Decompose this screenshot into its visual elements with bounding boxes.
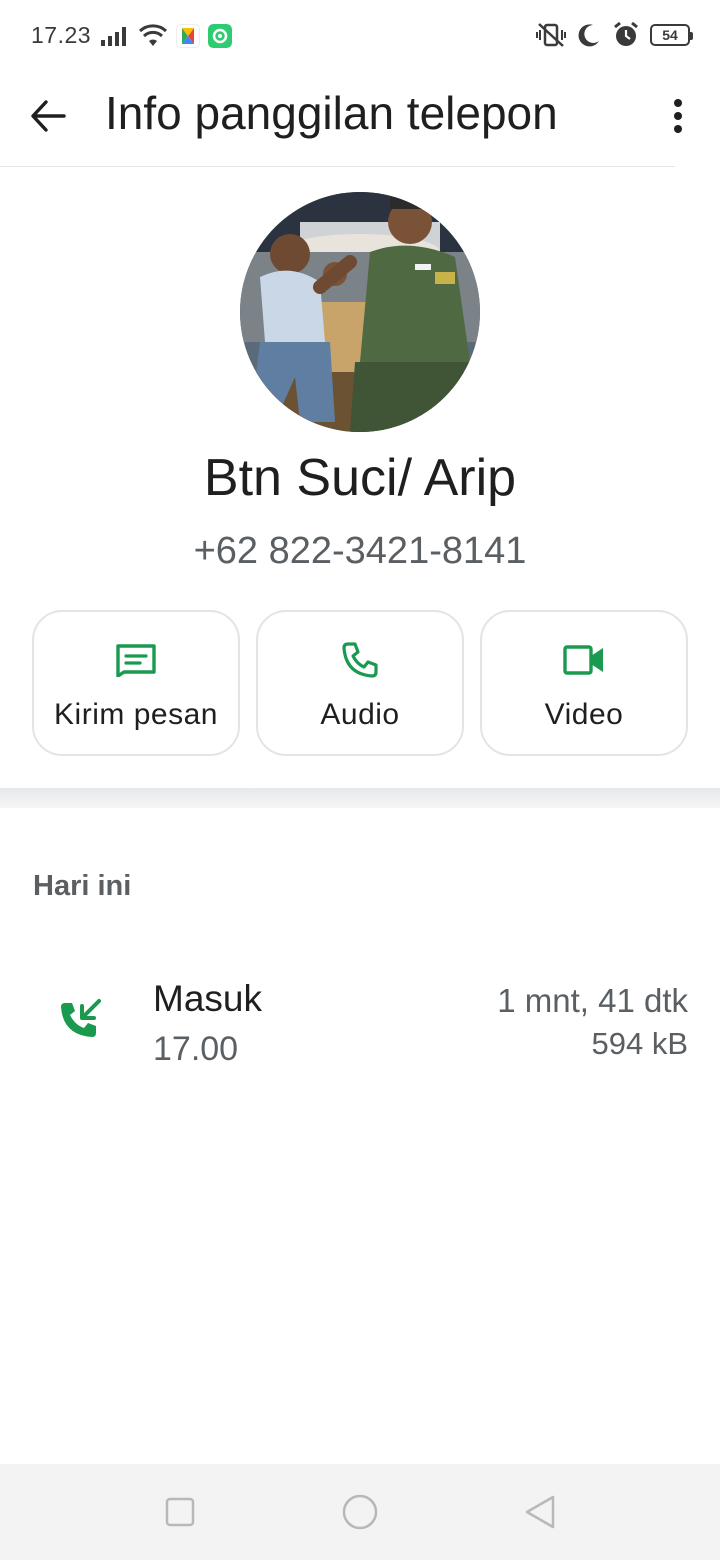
videocam-icon (563, 645, 603, 675)
contact-avatar[interactable] (240, 192, 480, 432)
contact-photo (240, 192, 480, 432)
app-bar-divider (0, 166, 675, 167)
call-log-entry[interactable]: Masuk 17.00 1 mnt, 41 dtk 594 kB (0, 970, 720, 1080)
battery-level: 54 (662, 27, 678, 43)
message-icon (116, 644, 156, 677)
action-icon-wrap (560, 640, 608, 680)
send-message-button[interactable]: Kirim pesan (32, 610, 240, 756)
back-nav-icon (525, 1495, 555, 1529)
battery-icon: 54 (650, 24, 693, 46)
section-separator (0, 788, 720, 808)
call-duration: 1 mnt, 41 dtk (497, 982, 688, 1019)
status-left-icons (100, 22, 232, 50)
audio-call-label: Audio (320, 698, 400, 731)
video-call-button[interactable]: Video (480, 610, 688, 756)
wifi-icon (138, 24, 168, 46)
phone-icon (342, 642, 378, 678)
do-not-disturb-moon-icon (578, 24, 599, 47)
status-time: 17.23 (31, 22, 92, 48)
navigation-bar (0, 1464, 720, 1560)
app-bar: Info panggilan telepon (0, 72, 720, 167)
home-icon (342, 1494, 378, 1530)
incoming-call-icon (61, 999, 101, 1037)
more-options-button[interactable] (658, 90, 698, 142)
back-nav-button[interactable] (520, 1492, 560, 1532)
page-title: Info panggilan telepon (105, 87, 558, 139)
photos-app-icon (176, 24, 200, 48)
more-vert-icon (674, 99, 682, 133)
contact-name: Btn Suci/ Arip (203, 449, 517, 507)
recent-apps-icon (165, 1497, 195, 1527)
action-icon-wrap (336, 640, 384, 680)
back-button[interactable] (22, 90, 74, 142)
send-message-label: Kirim pesan (54, 698, 218, 731)
contact-actions: Kirim pesan Audio Video (32, 610, 688, 758)
call-time: 17.00 (153, 1030, 239, 1068)
arrow-back-icon (31, 100, 66, 132)
home-button[interactable] (340, 1492, 380, 1532)
call-type: Masuk (153, 978, 262, 1019)
action-icon-wrap (112, 640, 160, 680)
contact-phone: +62 822-3421-8141 (193, 530, 527, 572)
video-call-label: Video (544, 698, 624, 731)
game-app-icon (208, 24, 232, 48)
signal-icon (101, 27, 126, 46)
call-log-section-header: Hari ini (33, 870, 132, 902)
status-bar: 17.23 54 (0, 0, 720, 72)
recent-apps-button[interactable] (160, 1492, 200, 1532)
call-data-size: 594 kB (591, 1026, 688, 1061)
status-right-icons: 54 (536, 20, 693, 50)
vibrate-off-icon (536, 23, 566, 47)
alarm-icon (614, 21, 638, 46)
audio-call-button[interactable]: Audio (256, 610, 464, 756)
